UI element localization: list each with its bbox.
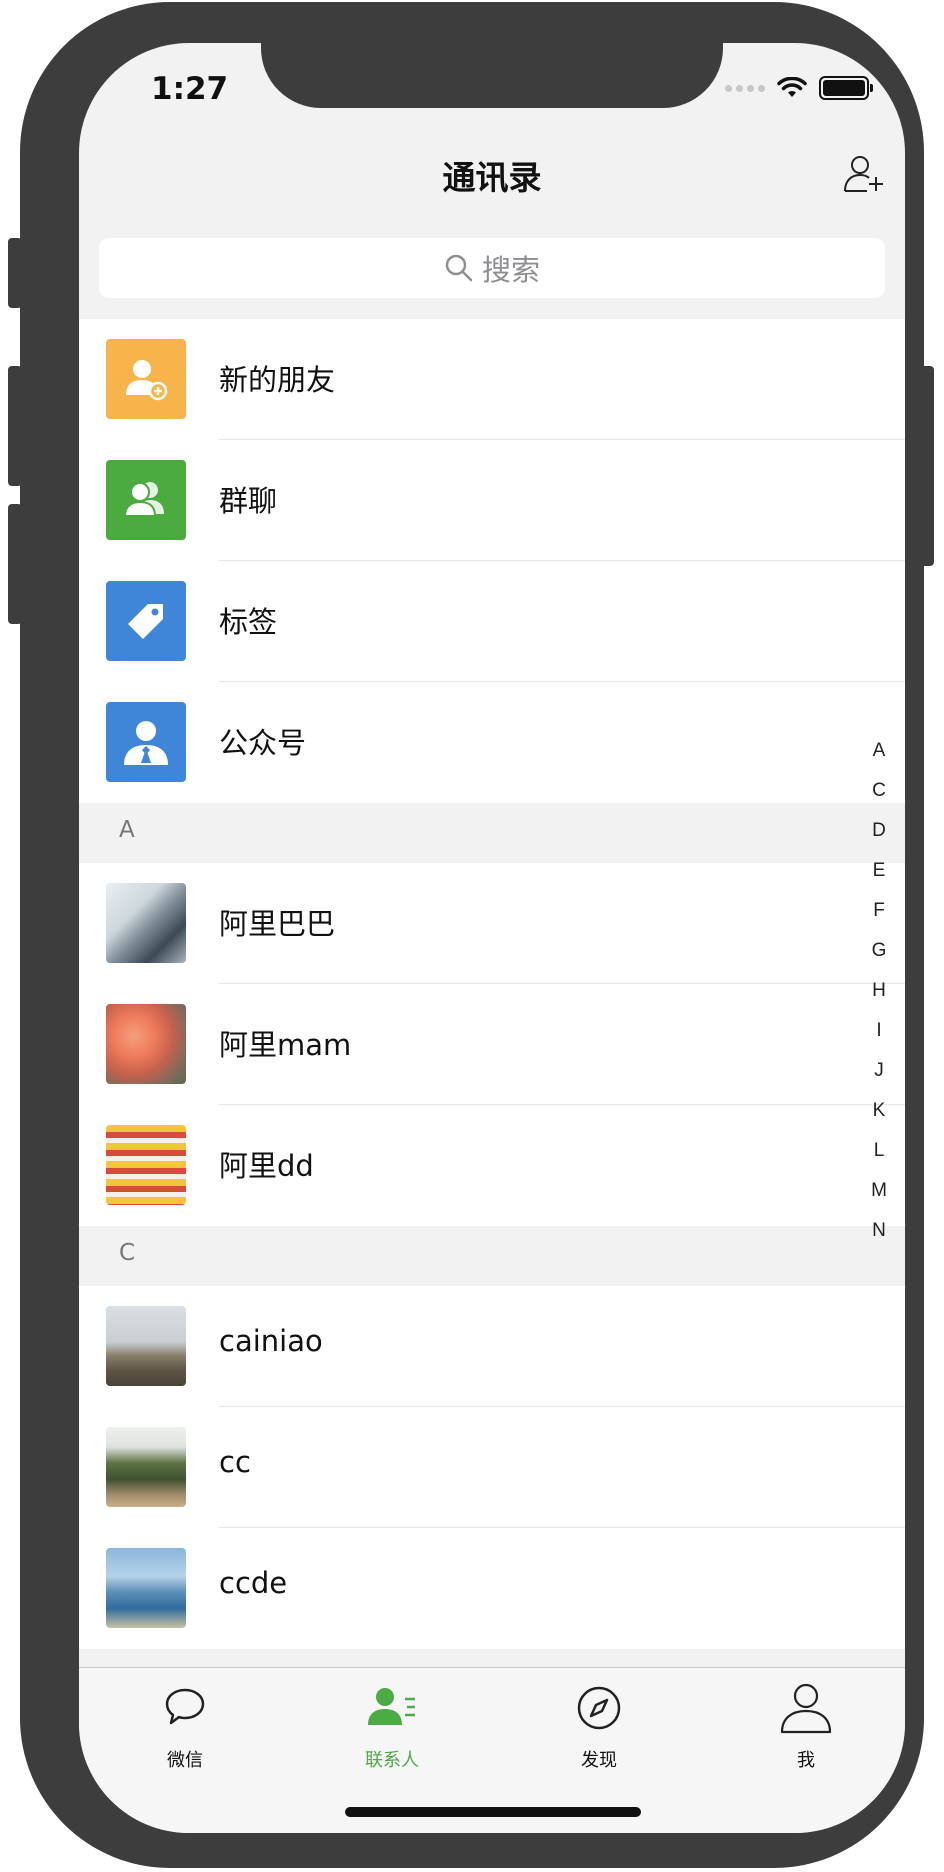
index-letter[interactable]: F [867,891,891,931]
index-letter[interactable]: J [867,1051,891,1091]
contact-list: 新的朋友 群聊 标签 公众号 A 阿里巴巴 阿里mam 阿里dd C caini… [79,319,905,1709]
tab-label: 联系人 [365,1750,419,1771]
contact-name: cc [219,1445,251,1479]
add-friend-icon [106,339,186,419]
contact-row[interactable]: ccde [79,1528,905,1649]
tab-label: 我 [797,1750,815,1771]
list-item-group-chats[interactable]: 群聊 [79,440,905,561]
index-letter[interactable]: E [867,851,891,891]
section-header-c: C [79,1226,905,1286]
search-placeholder: 搜索 [481,253,540,287]
contact-avatar [106,1548,186,1628]
alphabet-index[interactable]: A C D E F G H I J K L M N [867,731,891,1251]
contact-name: 阿里dd [219,1149,314,1183]
section-letter: A [119,817,135,843]
search-icon [445,254,473,282]
status-icons [725,76,873,100]
index-letter[interactable]: M [867,1171,891,1211]
contact-name: ccde [219,1566,288,1600]
notch [261,43,723,108]
index-letter[interactable]: L [867,1131,891,1171]
contact-name: cainiao [219,1324,323,1358]
section-header-a: A [79,803,905,863]
phone-frame: 1:27 通讯录 搜索 新的朋友 群聊 标签 公众号 A 阿里巴巴 阿里mam … [20,2,924,1868]
list-item-official-accounts[interactable]: 公众号 [79,682,905,803]
tab-me[interactable]: 我 [736,1680,876,1772]
contact-avatar [106,1427,186,1507]
list-item-label: 新的朋友 [219,363,336,397]
profile-icon [736,1680,876,1736]
contact-avatar [106,1306,186,1386]
add-contact-icon[interactable] [843,153,885,195]
tab-label: 微信 [167,1750,203,1771]
contact-name: 阿里巴巴 [219,907,336,941]
tab-chats[interactable]: 微信 [115,1680,255,1772]
index-letter[interactable]: I [867,1011,891,1051]
index-letter[interactable]: G [867,931,891,971]
index-letter[interactable]: H [867,971,891,1011]
tab-label: 发现 [581,1750,617,1771]
compass-icon [529,1680,669,1736]
battery-icon [819,76,873,100]
contact-row[interactable]: 阿里dd [79,1105,905,1226]
group-icon [106,460,186,540]
contact-row[interactable]: cainiao [79,1286,905,1407]
chat-icon [115,1680,255,1736]
wifi-icon [777,77,807,97]
screen: 1:27 通讯录 搜索 新的朋友 群聊 标签 公众号 A 阿里巴巴 阿里mam … [79,43,905,1833]
contact-row[interactable]: 阿里mam [79,984,905,1105]
contact-row[interactable]: cc [79,1407,905,1528]
index-letter[interactable]: D [867,811,891,851]
tab-discover[interactable]: 发现 [529,1680,669,1772]
contact-avatar [106,1004,186,1084]
index-letter[interactable]: C [867,771,891,811]
page-title: 通讯录 [442,158,542,197]
contact-row[interactable]: 阿里巴巴 [79,863,905,984]
contacts-icon [322,1680,462,1736]
list-item-label: 标签 [219,605,278,639]
list-item-tags[interactable]: 标签 [79,561,905,682]
list-item-new-friends[interactable]: 新的朋友 [79,319,905,440]
list-item-label: 群聊 [219,484,278,518]
index-letter[interactable]: A [867,731,891,771]
contact-name: 阿里mam [219,1028,352,1062]
index-letter[interactable]: K [867,1091,891,1131]
list-item-label: 公众号 [219,726,307,760]
official-account-icon [106,702,186,782]
status-time: 1:27 [151,71,229,107]
contact-avatar [106,883,186,963]
index-letter[interactable]: N [867,1211,891,1251]
home-indicator[interactable] [345,1807,641,1817]
signal-icon [725,84,765,92]
section-letter: C [119,1240,136,1266]
tab-contacts[interactable]: 联系人 [322,1680,462,1772]
tag-icon [106,581,186,661]
contact-avatar [106,1125,186,1205]
search-bar[interactable]: 搜索 [99,238,885,298]
